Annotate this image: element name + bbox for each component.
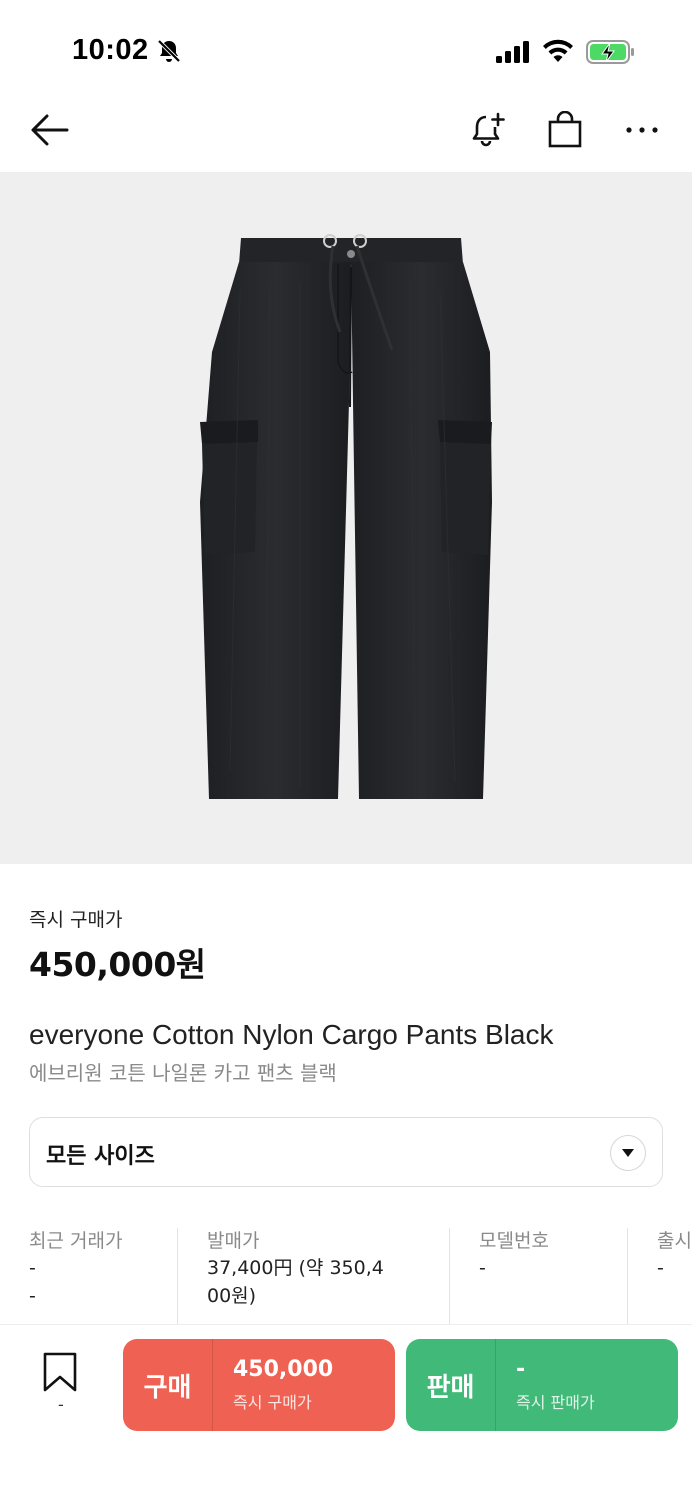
- back-arrow-icon: [31, 114, 69, 146]
- size-select-label: 모든 사이즈: [46, 1144, 155, 1169]
- buy-button-sub: 즉시 구매가: [233, 1393, 312, 1412]
- bookmark-icon: [43, 1352, 77, 1392]
- more-button[interactable]: [620, 108, 664, 152]
- sell-button-price: -: [516, 1357, 526, 1382]
- buy-button-price: 450,000: [233, 1357, 334, 1382]
- status-time: 10:02: [72, 34, 149, 66]
- stat-release-price: 발매가 37,400円 (약 350,4 00원): [177, 1228, 449, 1324]
- sell-button-sub: 즉시 판매가: [516, 1393, 595, 1412]
- bell-off-icon: [157, 39, 181, 63]
- stat-recent-price: 최근 거래가 - -: [29, 1228, 177, 1324]
- stat-value: -: [479, 1257, 486, 1279]
- size-select[interactable]: 모든 사이즈: [29, 1117, 663, 1187]
- stat-title: 발매가: [207, 1230, 260, 1252]
- back-button[interactable]: [27, 108, 71, 152]
- product-stats: 최근 거래가 - - 발매가 37,400円 (약 350,4 00원) 모델번…: [0, 1228, 692, 1324]
- top-nav: [0, 96, 692, 172]
- sell-button[interactable]: 판매 - 즉시 판매가: [406, 1339, 678, 1431]
- sell-button-label: 판매: [406, 1339, 496, 1431]
- stat-model-number: 모델번호 -: [449, 1228, 627, 1324]
- stat-title: 최근 거래가: [29, 1230, 123, 1252]
- notification-add-button[interactable]: [466, 108, 510, 152]
- shopping-bag-icon: [548, 111, 582, 148]
- stat-value: -: [29, 1257, 36, 1279]
- wifi-icon: [543, 39, 573, 62]
- cargo-pants-image: [200, 234, 492, 799]
- bottom-action-bar: - 구매 450,000 즉시 구매가 판매 - 즉시 판매가: [0, 1324, 692, 1500]
- bell-plus-icon: [472, 112, 505, 147]
- stat-title: 출시: [657, 1230, 692, 1252]
- status-bar: 10:02: [0, 0, 692, 96]
- stat-value: 37,400円 (약 350,4: [207, 1257, 384, 1279]
- battery-charging-icon: [586, 40, 634, 64]
- product-image[interactable]: [0, 172, 692, 864]
- buy-button-label: 구매: [123, 1339, 213, 1431]
- more-icon: [626, 127, 658, 133]
- instant-buy-price: 450,000원: [29, 945, 206, 984]
- stat-value: 00원): [207, 1285, 257, 1307]
- size-dropdown-button[interactable]: [610, 1135, 646, 1171]
- bookmark-count: -: [58, 1395, 64, 1414]
- stat-title: 모델번호: [479, 1230, 549, 1252]
- buy-button[interactable]: 구매 450,000 즉시 구매가: [123, 1339, 395, 1431]
- stat-value: -: [657, 1257, 664, 1279]
- stat-release-date: 출시 -: [627, 1228, 692, 1324]
- product-name-en: everyone Cotton Nylon Cargo Pants Black: [29, 1019, 554, 1050]
- signal-icon: [496, 41, 529, 63]
- product-name-ko: 에브리원 코튼 나일론 카고 팬츠 블랙: [29, 1061, 337, 1085]
- caret-down-icon: [622, 1149, 634, 1157]
- shopping-bag-button[interactable]: [543, 108, 587, 152]
- instant-buy-label: 즉시 구매가: [29, 909, 123, 931]
- stat-value: -: [29, 1285, 36, 1307]
